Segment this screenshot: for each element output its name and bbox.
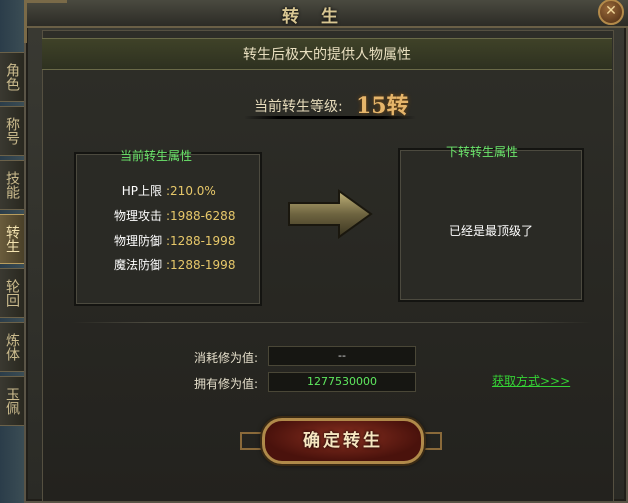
obtain-method-link[interactable]: 获取方式>>> (492, 372, 570, 389)
close-button[interactable]: ✕ (598, 0, 624, 25)
owned-field: 1277530000 (268, 372, 416, 392)
attr-row-phys-defense: 物理防御 :1288-1998 (104, 232, 235, 249)
sidebar-item-jade[interactable]: 玉佩 (0, 376, 25, 426)
sidebar-item-body-refining[interactable]: 炼体 (0, 322, 25, 372)
current-level-value: 15转 (356, 93, 409, 119)
sidebar-item-role[interactable]: 角色 (0, 52, 25, 102)
attr-row-phys-attack: 物理攻击 :1988-6288 (104, 207, 235, 224)
attr-name: 魔法防御 (113, 258, 162, 272)
confirm-rebirth-button[interactable]: 确定转生 (262, 418, 424, 464)
next-attributes-title: 下转转生属性 (446, 145, 519, 159)
max-level-message: 已经是最顶级了 (448, 224, 533, 238)
subtitle-text: 转生后极大的提供人物属性 (243, 47, 411, 63)
attr-value: :1288-1998 (166, 258, 236, 272)
cost-field: -- (268, 346, 416, 366)
attr-name: 物理防御 (113, 234, 162, 248)
attr-row-hp: HP上限 :210.0% (104, 182, 216, 199)
sidebar-item-rebirth[interactable]: 转生 (0, 214, 25, 264)
owned-label: 拥有修为值: (194, 377, 259, 391)
attr-value: :1988-6288 (166, 209, 236, 223)
current-attributes-box (74, 152, 262, 306)
current-level-label: 当前转生等级: (254, 99, 343, 115)
sidebar-item-title[interactable]: 称号 (0, 106, 25, 156)
rebirth-window-root: { "window": { "title": "转 生", "close_gly… (0, 0, 628, 503)
attr-name: HP上限 (121, 184, 162, 198)
section-divider (72, 322, 592, 323)
cost-label: 消耗修为值: (194, 351, 259, 365)
attr-value: :1288-1998 (166, 234, 236, 248)
sidebar-item-reincarnation[interactable]: 轮回 (0, 268, 25, 318)
window-title: 转 生 (282, 7, 346, 27)
attr-name: 物理攻击 (113, 209, 162, 223)
attr-row-magic-defense: 魔法防御 :1288-1998 (104, 256, 235, 273)
current-attributes-title: 当前转生属性 (120, 149, 193, 163)
attr-value: :210.0% (166, 184, 216, 198)
close-icon: ✕ (605, 3, 617, 19)
arrow-right-icon (288, 189, 373, 239)
sidebar-item-skill[interactable]: 技能 (0, 160, 25, 210)
